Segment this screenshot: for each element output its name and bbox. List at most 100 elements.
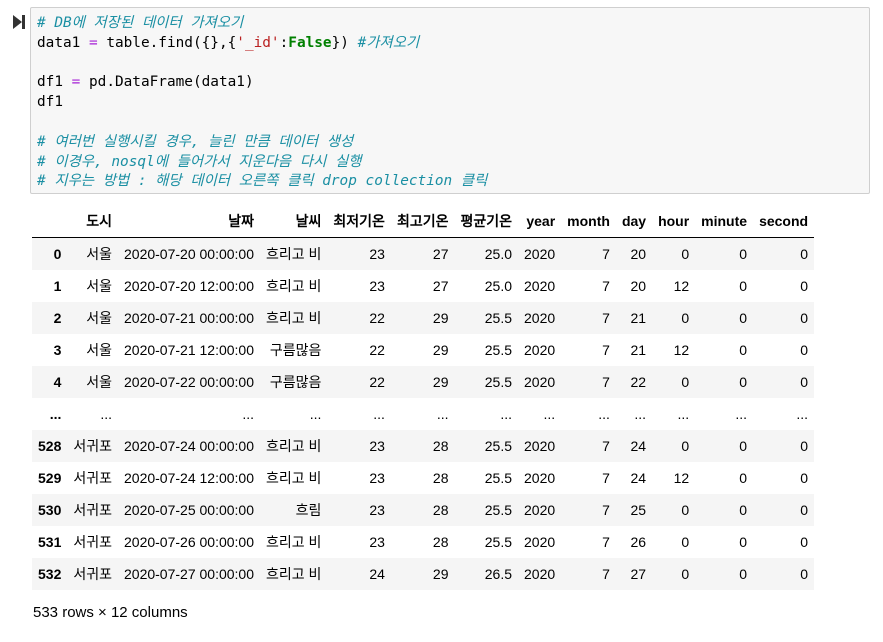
table-cell: 7 — [602, 278, 610, 294]
table-cell: 0 — [681, 534, 690, 550]
table-cell: 25.5 — [484, 374, 513, 390]
table-cell: 12 — [673, 470, 690, 486]
table-cell: 서귀포 — [73, 534, 112, 550]
table-cell: 2020 — [524, 534, 556, 550]
table-cell: 28 — [432, 438, 449, 454]
table-cell: 0 — [800, 470, 809, 486]
table-cell: 구름많음 — [269, 342, 322, 358]
table-cell: 25.5 — [484, 534, 513, 550]
table-cell: 25.5 — [484, 310, 513, 326]
table-cell: 0 — [739, 566, 748, 582]
table-row: 3 서울 2020-07-21 12:00:00 구름많음 22 29 25.5 2020 7 2… — [32, 334, 814, 366]
table-cell: 0 — [739, 246, 748, 262]
row-index: 2 — [53, 310, 62, 326]
row-index: ... — [49, 406, 62, 422]
table-cell: 12 — [673, 278, 690, 294]
table-cell: 25.5 — [484, 342, 513, 358]
table-cell: 0 — [800, 342, 809, 358]
table-header-row: 도시 날짜 날씨 최저기온 최고기온 평균기온 year month day hour minute… — [32, 204, 815, 238]
table-cell: 22 — [369, 310, 385, 326]
table-cell: 서귀포 — [73, 566, 112, 582]
table-cell: 7 — [602, 534, 610, 550]
table-cell: 2020 — [524, 310, 556, 326]
table-cell: 0 — [681, 566, 690, 582]
column-header: 평균기온 — [454, 204, 519, 238]
table-cell: 0 — [800, 502, 809, 518]
table-cell: 27 — [432, 278, 449, 294]
table-cell: 흐리고 비 — [266, 246, 322, 262]
table-cell: 0 — [739, 374, 748, 390]
table-cell: ... — [500, 406, 513, 422]
code-comment: # DB에 저장된 데이터 가져오기 — [37, 15, 244, 31]
table-row: 530 서귀포 2020-07-25 00:00:00 흐림 23 28 25.5 2020 7… — [32, 494, 815, 526]
row-index: 532 — [38, 566, 62, 582]
table-cell: 흐리고 비 — [266, 310, 322, 326]
table-cell: 0 — [739, 534, 748, 550]
table-cell: ... — [543, 406, 556, 422]
table-cell: 28 — [432, 470, 449, 486]
table-cell: 22 — [369, 342, 385, 358]
table-cell: 흐림 — [295, 502, 322, 518]
table-cell: 흐리고 비 — [266, 278, 322, 294]
table-cell: 서울 — [86, 310, 112, 326]
table-cell: 29 — [432, 374, 449, 390]
table-cell: 20 — [630, 246, 647, 262]
column-header: month — [561, 204, 616, 238]
table-cell: 26 — [630, 534, 647, 550]
column-header: 최고기온 — [390, 204, 455, 238]
table-cell: 25.0 — [484, 246, 513, 262]
run-cell-icon[interactable] — [12, 14, 26, 30]
code-cell-editor[interactable]: # DB에 저장된 데이터 가져오기 data1 = table.find({}… — [30, 7, 870, 194]
row-index: 531 — [38, 534, 62, 550]
row-index: 4 — [53, 374, 62, 390]
table-cell: 25.5 — [484, 438, 513, 454]
table-cell: 23 — [369, 278, 385, 294]
code-text: # DB에 저장된 데이터 가져오기 data1 = table.find({}… — [37, 15, 488, 190]
table-cell: 2020 — [524, 502, 556, 518]
code-comment: # 여러번 실행시킬 경우, 늘린 만큼 데이터 생성 — [37, 133, 354, 150]
table-cell: 0 — [800, 278, 809, 294]
table-cell: 서귀포 — [73, 470, 112, 486]
table-cell: 2020 — [524, 438, 556, 454]
table-row: 0 서울 2020-07-20 00:00:00 흐리고 비 23 27 25.0 2020 7… — [32, 237, 815, 270]
table-cell: 2020 — [524, 566, 556, 582]
table-cell: 7 — [602, 438, 610, 454]
row-index: 0 — [53, 246, 62, 262]
table-cell: 23 — [369, 438, 385, 454]
table-row: 528 서귀포 2020-07-24 00:00:00 흐리고 비 23 28 25.5 20… — [32, 430, 815, 462]
table-cell: 20 — [630, 278, 647, 294]
code-comment: #가져오기 — [357, 34, 420, 51]
table-cell: 서울 — [86, 278, 112, 294]
table-cell: 7 — [602, 470, 610, 486]
table-cell: 0 — [800, 310, 809, 326]
table-cell: 흐리고 비 — [266, 566, 322, 582]
table-cell: 29 — [432, 342, 449, 358]
table-cell: 0 — [739, 310, 748, 326]
table-cell: 0 — [739, 342, 748, 358]
table-cell: 25.5 — [484, 470, 513, 486]
table-cell: ... — [796, 406, 809, 422]
column-header: 최저기온 — [327, 204, 391, 238]
table-cell: 2020-07-24 00:00:00 — [124, 438, 254, 454]
table-cell: 29 — [432, 566, 449, 582]
table-cell: ... — [634, 406, 647, 422]
table-cell: 2020 — [524, 470, 556, 486]
column-header: second — [753, 204, 815, 238]
table-cell: 2020-07-26 00:00:00 — [124, 534, 254, 550]
table-cell: 2020-07-21 00:00:00 — [124, 310, 254, 326]
table-cell: 흐리고 비 — [266, 534, 322, 550]
table-cell: 7 — [602, 374, 610, 390]
table-cell: ... — [735, 406, 748, 422]
column-header: 도시 — [67, 204, 118, 238]
table-cell: 0 — [800, 534, 809, 550]
table-cell: 25.5 — [484, 502, 513, 518]
row-index: 1 — [53, 278, 62, 294]
table-cell: 0 — [681, 438, 690, 454]
table-cell: 서울 — [86, 374, 112, 390]
table-cell: ... — [373, 406, 385, 422]
table-cell: 23 — [369, 534, 385, 550]
table-row: 1 서울 2020-07-20 12:00:00 흐리고 비 23 27 25.0 2020 7… — [32, 270, 814, 302]
dataframe-dimensions: 533 rows × 12 columns — [33, 604, 188, 621]
row-index: 528 — [38, 438, 62, 454]
table-cell: 26.5 — [484, 566, 513, 582]
